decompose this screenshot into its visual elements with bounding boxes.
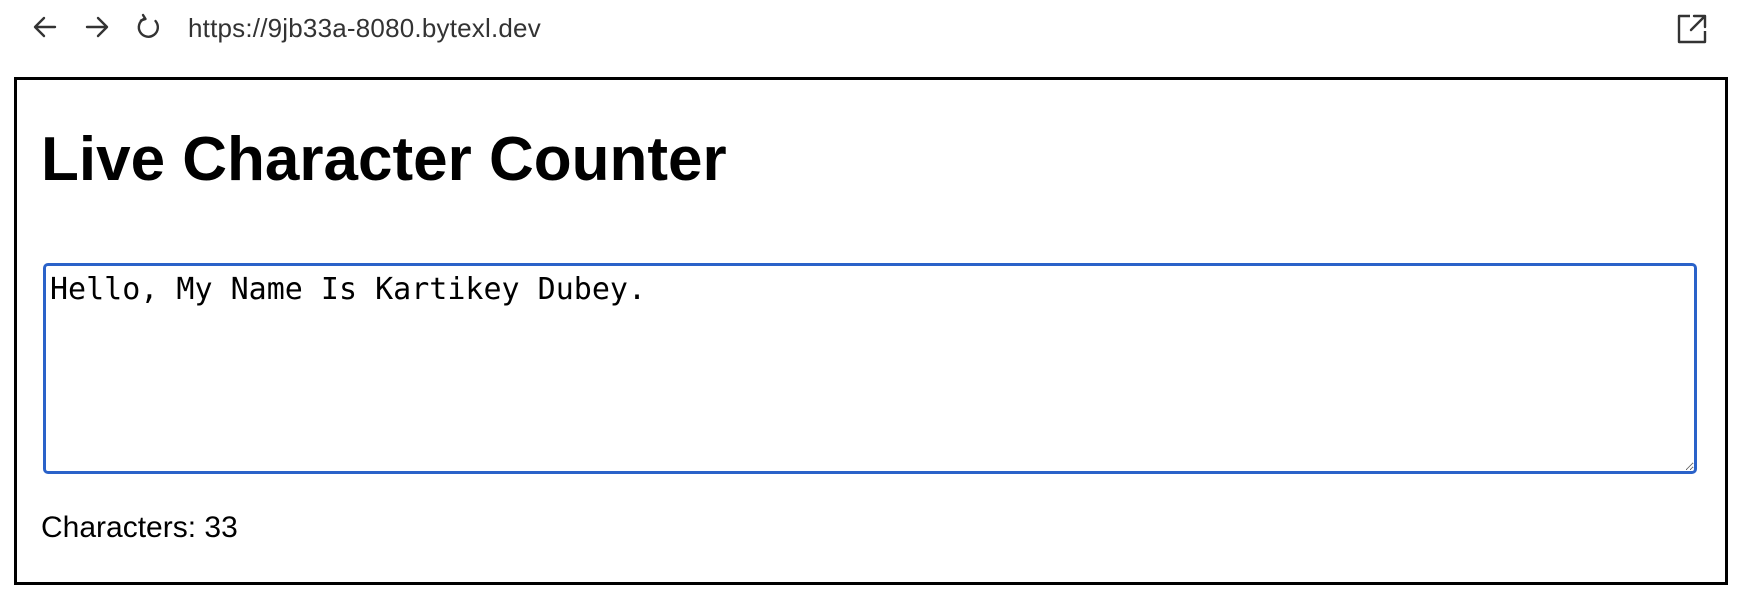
character-counter: Characters: 33: [41, 510, 238, 546]
page-frame: Live Character Counter Characters: 33: [14, 77, 1728, 585]
page-title: Live Character Counter: [41, 125, 727, 194]
reload-button[interactable]: [135, 13, 163, 41]
browser-toolbar: https://9jb33a-8080.bytexl.dev: [0, 0, 1746, 58]
counter-value: 33: [204, 511, 238, 544]
back-button[interactable]: [31, 13, 59, 41]
reload-icon: [137, 13, 160, 38]
arrow-left-icon: [33, 16, 57, 38]
arrow-right-icon: [85, 16, 109, 38]
forward-button[interactable]: [83, 13, 111, 41]
address-bar-url[interactable]: https://9jb33a-8080.bytexl.dev: [188, 12, 541, 44]
open-external-icon: [1677, 14, 1707, 44]
text-input[interactable]: [43, 263, 1697, 474]
open-external-button[interactable]: [1675, 12, 1709, 46]
counter-label: Characters:: [41, 511, 197, 544]
